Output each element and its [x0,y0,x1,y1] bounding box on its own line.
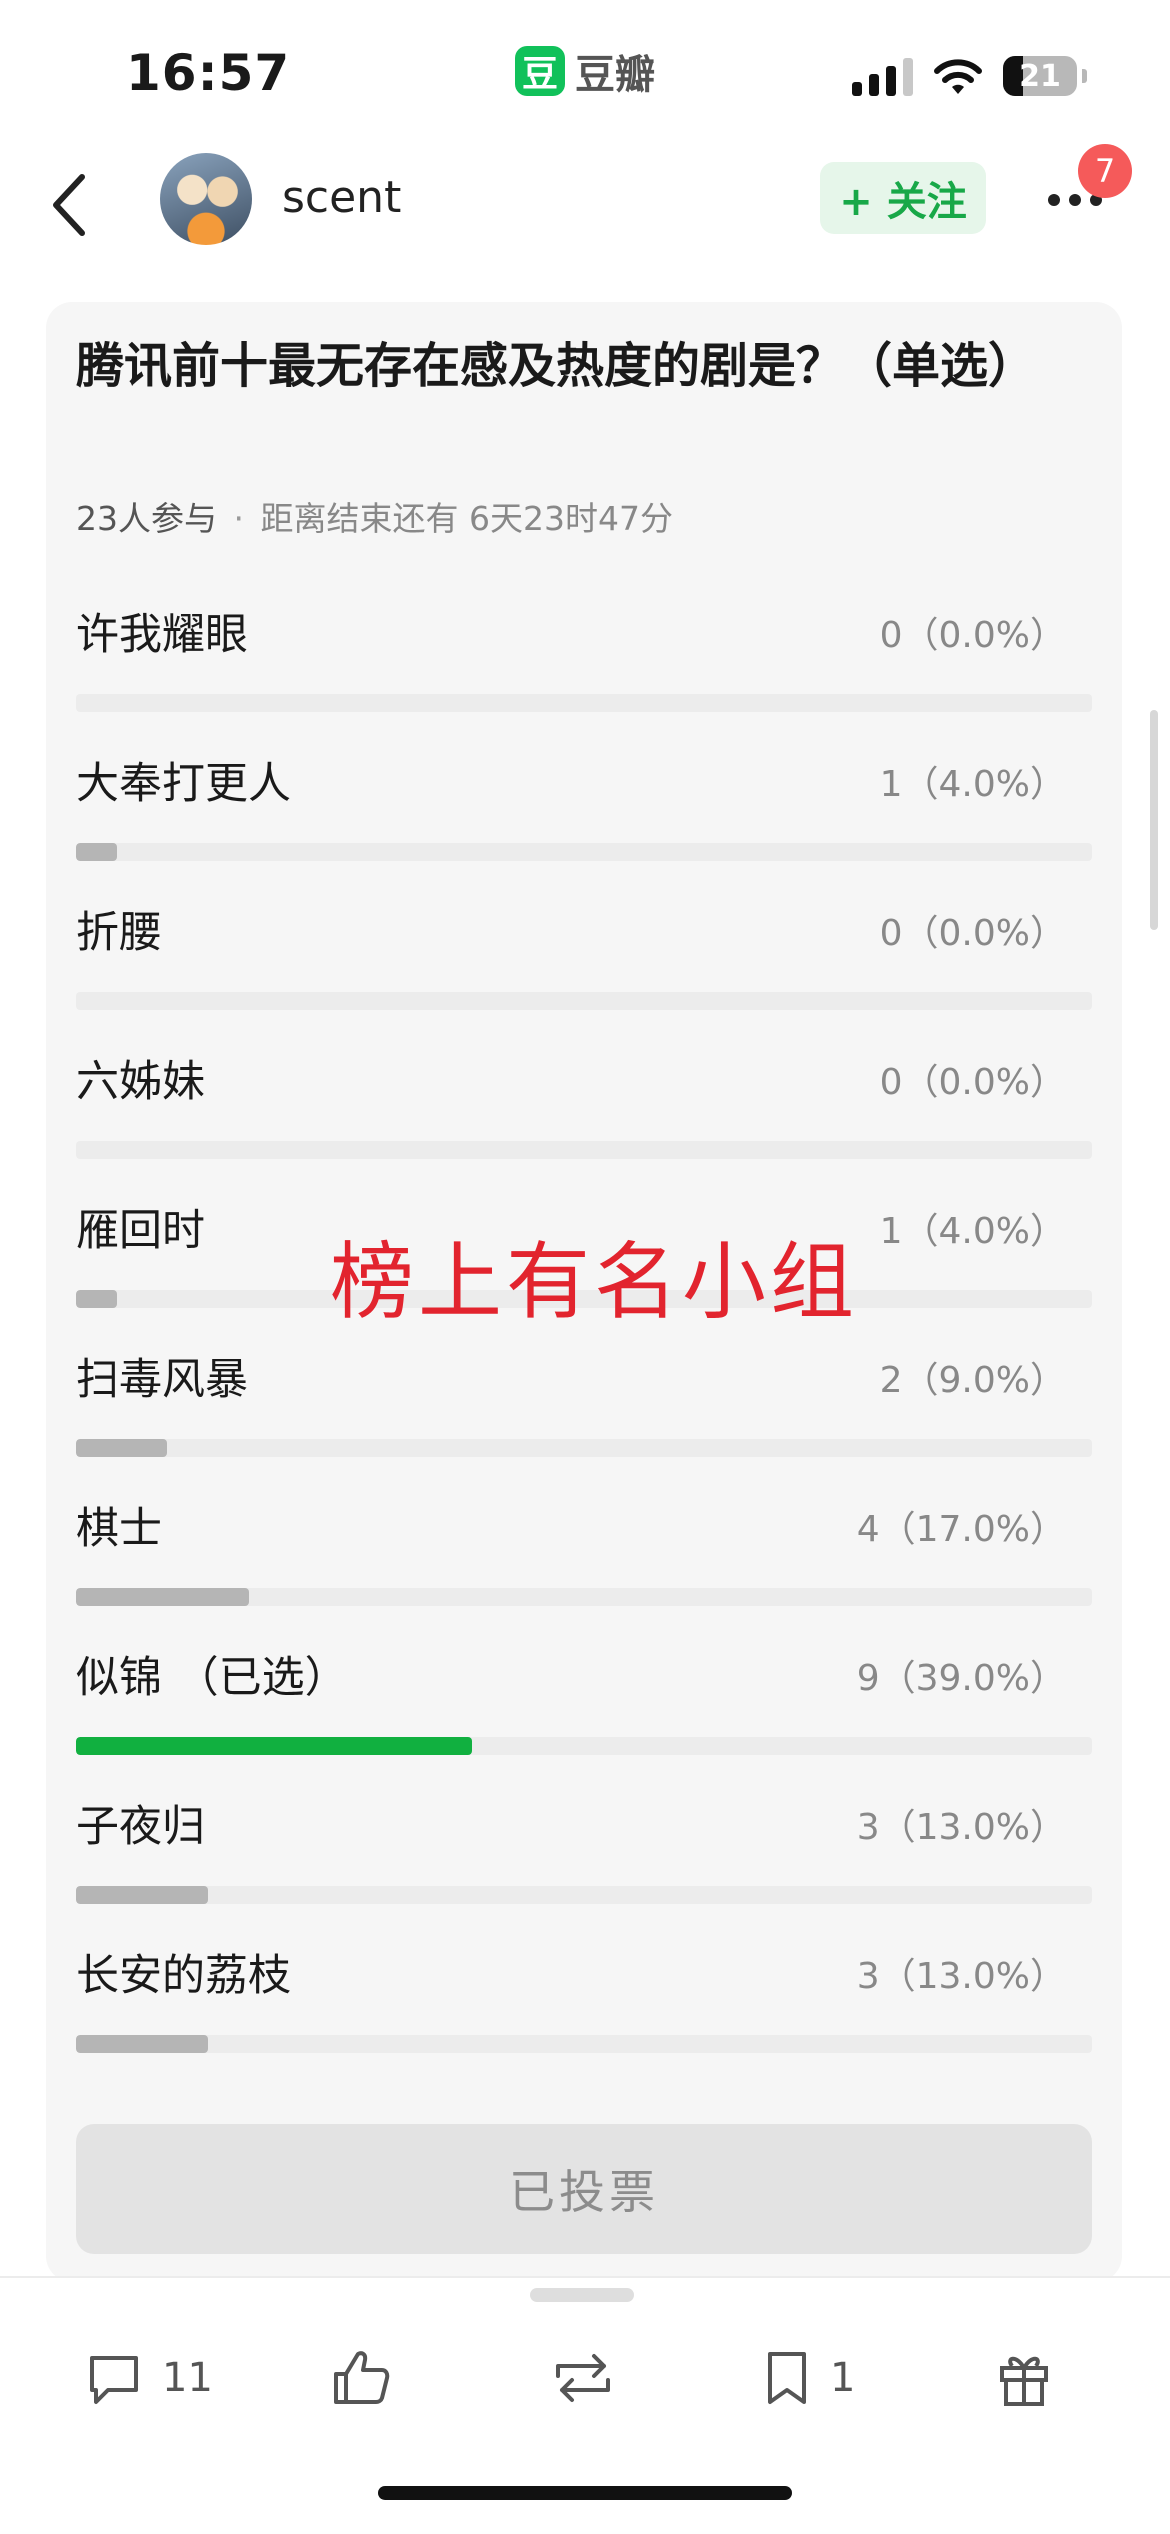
battery-icon: 21 [1003,56,1077,96]
douban-logo-icon: 豆 [515,46,565,96]
scrollbar[interactable] [1150,710,1158,930]
option-label: 六姊妹 [76,1057,205,1107]
repost-icon [556,2354,610,2402]
option-vote-stat: 0（0.0%） [879,1062,1066,1103]
meta-separator: · [233,499,245,538]
comment-count: 11 [162,2355,213,2401]
comment-icon [90,2356,138,2404]
drag-handle[interactable] [530,2288,634,2302]
option-vote-stat: 4（17.0%） [856,1509,1066,1550]
option-progress-track [76,2035,1092,2053]
option-label: 许我耀眼 [76,610,248,660]
bottom-action-bar: 11 1 [0,2276,1170,2534]
option-progress-track [76,694,1092,712]
gift-button[interactable] [996,2323,1052,2433]
option-progress-track [76,1588,1092,1606]
cellular-signal-icon [852,58,913,96]
option-vote-stat: 1（4.0%） [879,1211,1066,1252]
option-progress-track [76,1737,1092,1755]
like-icon [334,2351,390,2404]
gift-icon [1000,2356,1048,2406]
poll-option[interactable]: 折腰 0（0.0%） [76,898,1092,1048]
voted-button[interactable]: 已投票 [76,2124,1092,2254]
option-progress-fill [76,1439,168,1457]
option-label: 大奉打更人 [76,759,291,809]
like-button[interactable] [330,2323,394,2433]
poll-option[interactable]: 似锦 （已选） 9（39.0%） [76,1643,1092,1793]
poll-meta: 23人参与 · 距离结束还有 6天23时47分 [76,492,673,540]
poll-title: 腾讯前十最无存在感及热度的剧是？（单选） [76,338,1037,394]
wifi-icon [934,59,982,94]
comment-button[interactable]: 11 [84,2323,213,2433]
app-name: 豆瓣 [575,52,655,98]
option-progress-track [76,1439,1092,1457]
option-progress-fill [76,2035,209,2053]
chevron-left-icon [53,174,85,236]
option-progress-fill [76,1737,473,1755]
watermark-text: 榜上有名小组 [330,1233,859,1331]
status-bar: 16:57 豆 豆瓣 21 [0,0,1170,140]
option-label: 长安的荔枝 [76,1951,291,2001]
status-time: 16:57 [126,44,291,102]
poll-option[interactable]: 许我耀眼 0（0.0%） [76,600,1092,750]
notification-badge: 7 [1078,144,1132,198]
option-progress-track [76,992,1092,1010]
option-progress-track [76,1886,1092,1904]
option-label: 棋士 [76,1504,162,1554]
option-vote-stat: 0（0.0%） [879,615,1066,656]
repost-button[interactable] [548,2323,618,2433]
option-progress-fill [76,1290,117,1308]
option-label: 扫毒风暴 [76,1355,248,1405]
option-label: 折腰 [76,908,162,958]
poll-option[interactable]: 棋士 4（17.0%） [76,1494,1092,1644]
option-progress-fill [76,843,117,861]
option-progress-track [76,843,1092,861]
nav-bar: scent + 关注 7 [0,140,1170,270]
poll-option[interactable]: 扫毒风暴 2（9.0%） [76,1345,1092,1495]
option-vote-stat: 3（13.0%） [856,1807,1066,1848]
option-vote-stat: 1（4.0%） [879,764,1066,805]
home-indicator [378,2486,792,2500]
avatar[interactable] [160,153,252,245]
option-label: 子夜归 [76,1802,205,1852]
option-vote-stat: 0（0.0%） [879,913,1066,954]
option-progress-fill [76,1886,209,1904]
poll-option[interactable]: 长安的荔枝 3（13.0%） [76,1941,1092,2091]
poll-option[interactable]: 六姊妹 0（0.0%） [76,1047,1092,1197]
option-vote-stat: 9（39.0%） [856,1658,1066,1699]
option-vote-stat: 3（13.0%） [856,1956,1066,1997]
option-vote-stat: 2（9.0%） [879,1360,1066,1401]
username[interactable]: scent [282,172,401,223]
bookmark-button[interactable]: 1 [762,2323,855,2433]
poll-option[interactable]: 大奉打更人 1（4.0%） [76,749,1092,899]
participant-count: 23人参与 [76,499,217,538]
time-remaining: 距离结束还有 6天23时47分 [260,499,673,538]
option-progress-track [76,1141,1092,1159]
bookmark-icon [768,2352,806,2404]
follow-button[interactable]: + 关注 [820,162,986,234]
back-button[interactable] [40,165,100,245]
app-indicator: 豆 豆瓣 [515,42,655,100]
option-label: 雁回时 [76,1206,205,1256]
option-progress-fill [76,1588,249,1606]
option-label: 似锦 （已选） [76,1653,348,1703]
battery-level: 21 [1019,58,1061,94]
bookmark-count: 1 [830,2355,856,2401]
poll-option[interactable]: 子夜归 3（13.0%） [76,1792,1092,1942]
